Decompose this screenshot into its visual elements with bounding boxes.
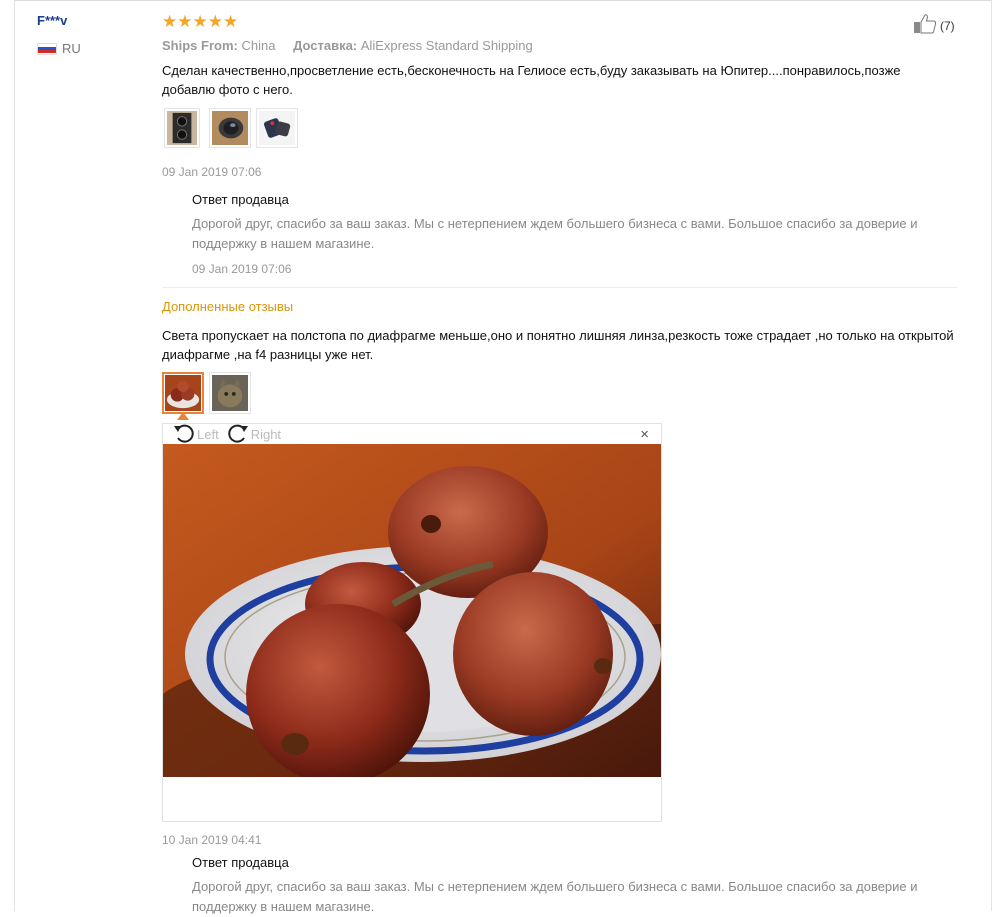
additional-photo-thumb[interactable] bbox=[209, 372, 251, 414]
rotate-right-icon bbox=[227, 423, 251, 446]
viewer-toolbar: Left Right bbox=[173, 424, 289, 444]
seller-reply-date: 09 Jan 2019 07:06 bbox=[192, 262, 292, 276]
delivery-value: AliExpress Standard Shipping bbox=[360, 38, 533, 53]
delivery-label: Доставка: bbox=[293, 38, 358, 53]
additional-review-date: 10 Jan 2019 04:41 bbox=[162, 833, 262, 847]
viewer-pointer bbox=[177, 412, 189, 420]
rotate-left-button[interactable]: Left bbox=[173, 423, 219, 446]
photo-viewer: Left Right × bbox=[162, 423, 662, 822]
close-viewer-button[interactable]: × bbox=[640, 427, 649, 442]
rotate-left-icon bbox=[173, 423, 197, 446]
seller-reply-text: Дорогой друг, спасибо за ваш заказ. Мы с… bbox=[192, 216, 918, 251]
rotate-left-label: Left bbox=[197, 426, 219, 442]
review-photo-thumb[interactable] bbox=[209, 108, 251, 148]
additional-photo-thumb-active[interactable] bbox=[162, 372, 204, 414]
reviewer-country: RU bbox=[37, 41, 81, 56]
ships-from-value: China bbox=[241, 38, 276, 53]
shipping-info: Ships From: China Доставка: AliExpress S… bbox=[162, 38, 533, 53]
rotate-right-button[interactable]: Right bbox=[227, 423, 281, 446]
seller-reply-text: Дорогой друг, спасибо за ваш заказ. Мы с… bbox=[192, 879, 918, 914]
country-code: RU bbox=[62, 41, 81, 56]
helpful-button[interactable]: (7) bbox=[913, 14, 955, 37]
ships-from-label: Ships From: bbox=[162, 38, 238, 53]
rating-stars: ★★★★★ bbox=[162, 12, 239, 31]
review-date: 09 Jan 2019 07:06 bbox=[162, 165, 262, 179]
review-photo-thumb[interactable] bbox=[256, 108, 298, 148]
russia-flag-icon bbox=[37, 42, 57, 55]
divider bbox=[162, 287, 957, 288]
additional-review-heading: Дополненные отзывы bbox=[162, 299, 294, 314]
additional-review-text: Света пропускает на полстопа по диафрагм… bbox=[162, 328, 954, 362]
thumbs-up-icon bbox=[913, 14, 937, 37]
review-photo-thumb[interactable] bbox=[164, 108, 200, 148]
seller-reply-title: Ответ продавца bbox=[192, 192, 289, 207]
reviewer-name[interactable]: F***v bbox=[37, 13, 67, 28]
enlarged-photo bbox=[163, 444, 661, 777]
seller-reply-title: Ответ продавца bbox=[192, 855, 289, 870]
helpful-count: (7) bbox=[940, 18, 955, 33]
review-text: Сделан качественно,просветление есть,бес… bbox=[162, 63, 901, 97]
rotate-right-label: Right bbox=[250, 426, 282, 442]
